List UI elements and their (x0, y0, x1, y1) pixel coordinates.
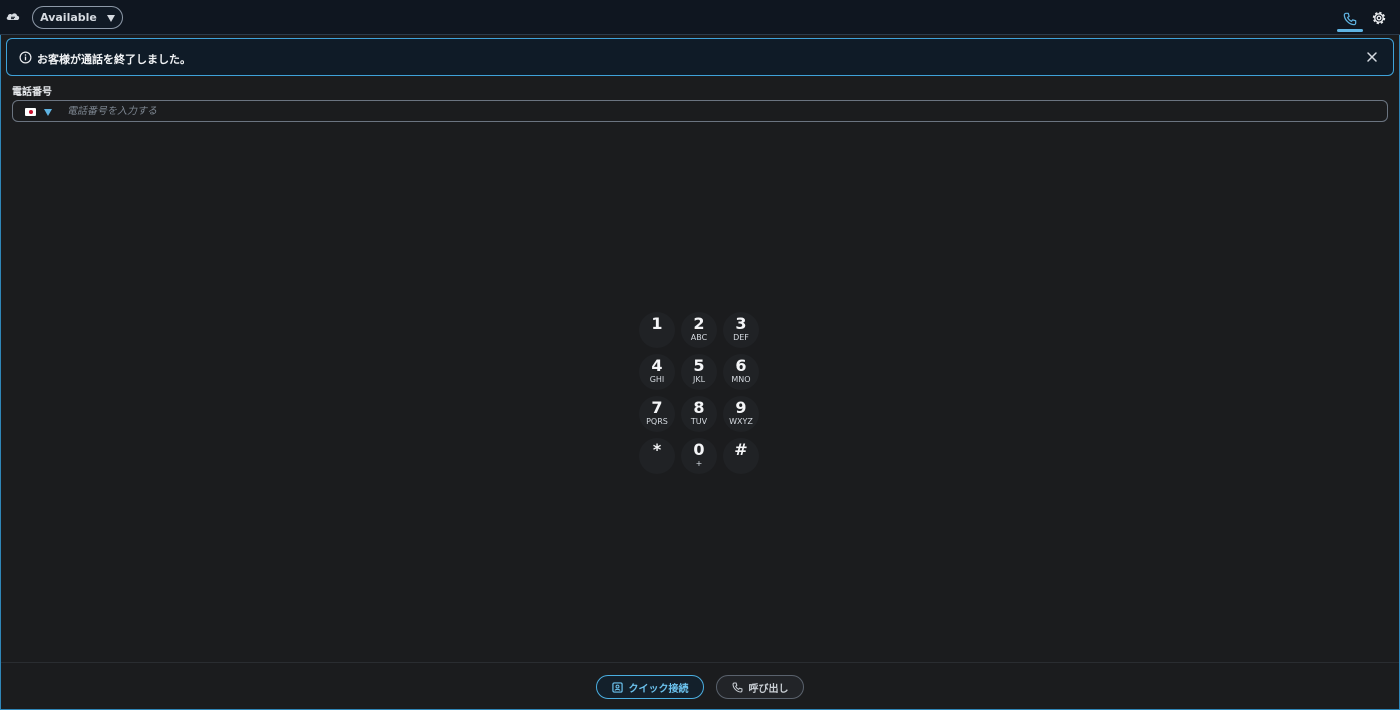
key-digit: # (734, 440, 748, 459)
key-digit: 8 (693, 398, 705, 417)
chevron-down-icon (106, 14, 115, 22)
key-letters: TUV (690, 417, 708, 426)
phone-icon (732, 682, 742, 692)
key-digit: 6 (735, 356, 747, 375)
key-letters: PQRS (646, 417, 668, 426)
keypad-key-7[interactable]: 7 PQRS (639, 396, 675, 432)
call-label: 呼び出し (748, 683, 789, 695)
keypad-key-4[interactable]: 4 GHI (639, 354, 675, 390)
key-letters: DEF (733, 333, 749, 342)
phone-number-label: 電話番号 (12, 87, 52, 98)
keypad-key-hash[interactable]: # (723, 438, 759, 474)
key-letters: MNO (731, 375, 751, 384)
key-letters: + (695, 459, 703, 468)
key-letters: JKL (692, 375, 706, 384)
keypad-key-5[interactable]: 5 JKL (681, 354, 717, 390)
keypad-key-3[interactable]: 3 DEF (723, 312, 759, 348)
country-code-dropdown[interactable] (25, 106, 55, 118)
key-digit: 7 (651, 398, 663, 417)
keypad-key-8[interactable]: 8 TUV (681, 396, 717, 432)
keypad-key-1[interactable]: 1 (639, 312, 675, 348)
quick-connect-button[interactable]: クイック接続 (596, 675, 704, 699)
agent-status-label: Available (40, 11, 97, 24)
key-digit: 1 (651, 314, 663, 333)
close-icon[interactable] (1365, 50, 1379, 64)
keypad-key-0[interactable]: 0 + (681, 438, 717, 474)
key-digit: 5 (693, 356, 705, 375)
top-bar: Available (0, 0, 1400, 35)
info-icon (19, 51, 32, 64)
dial-keypad: 1 2 ABC 3 DEF 4 GHI 5 JKL 6 MNO 7 PQRS 8 TUV 9W… (639, 312, 763, 480)
key-digit: 2 (693, 314, 705, 333)
key-digit: 3 (735, 314, 747, 333)
cloud-chat-icon (6, 13, 20, 20)
key-digit: 0 (693, 440, 705, 459)
key-digit: 4 (651, 356, 663, 375)
keypad-key-6[interactable]: 6 MNO (723, 354, 759, 390)
call-button[interactable]: 呼び出し (716, 675, 804, 699)
key-digit: * (652, 440, 662, 459)
tab-phone[interactable] (1337, 5, 1363, 32)
active-tab-indicator (1337, 29, 1363, 32)
gear-icon (1372, 11, 1386, 25)
chevron-down-icon (44, 108, 52, 116)
key-digit: 9 (735, 398, 747, 417)
contact-card-icon (611, 681, 623, 693)
key-letters: ABC (690, 333, 708, 342)
keypad-key-9[interactable]: 9 WXYZ (723, 396, 759, 432)
keypad-key-2[interactable]: 2 ABC (681, 312, 717, 348)
settings-button[interactable] (1369, 8, 1389, 28)
agent-status-dropdown[interactable]: Available (32, 6, 123, 29)
phone-icon (1343, 12, 1357, 25)
phone-number-field (12, 100, 1388, 122)
phone-number-input[interactable] (67, 103, 1367, 119)
keypad-key-star[interactable]: * (639, 438, 675, 474)
info-alert: お客様が通話を終了しました。 (6, 38, 1394, 76)
key-letters: WXYZ (729, 417, 753, 426)
key-letters: GHI (649, 375, 665, 384)
quick-connect-label: クイック接続 (628, 683, 689, 695)
alert-message: お客様が通話を終了しました。 (37, 53, 191, 66)
japan-flag-icon (25, 108, 36, 116)
